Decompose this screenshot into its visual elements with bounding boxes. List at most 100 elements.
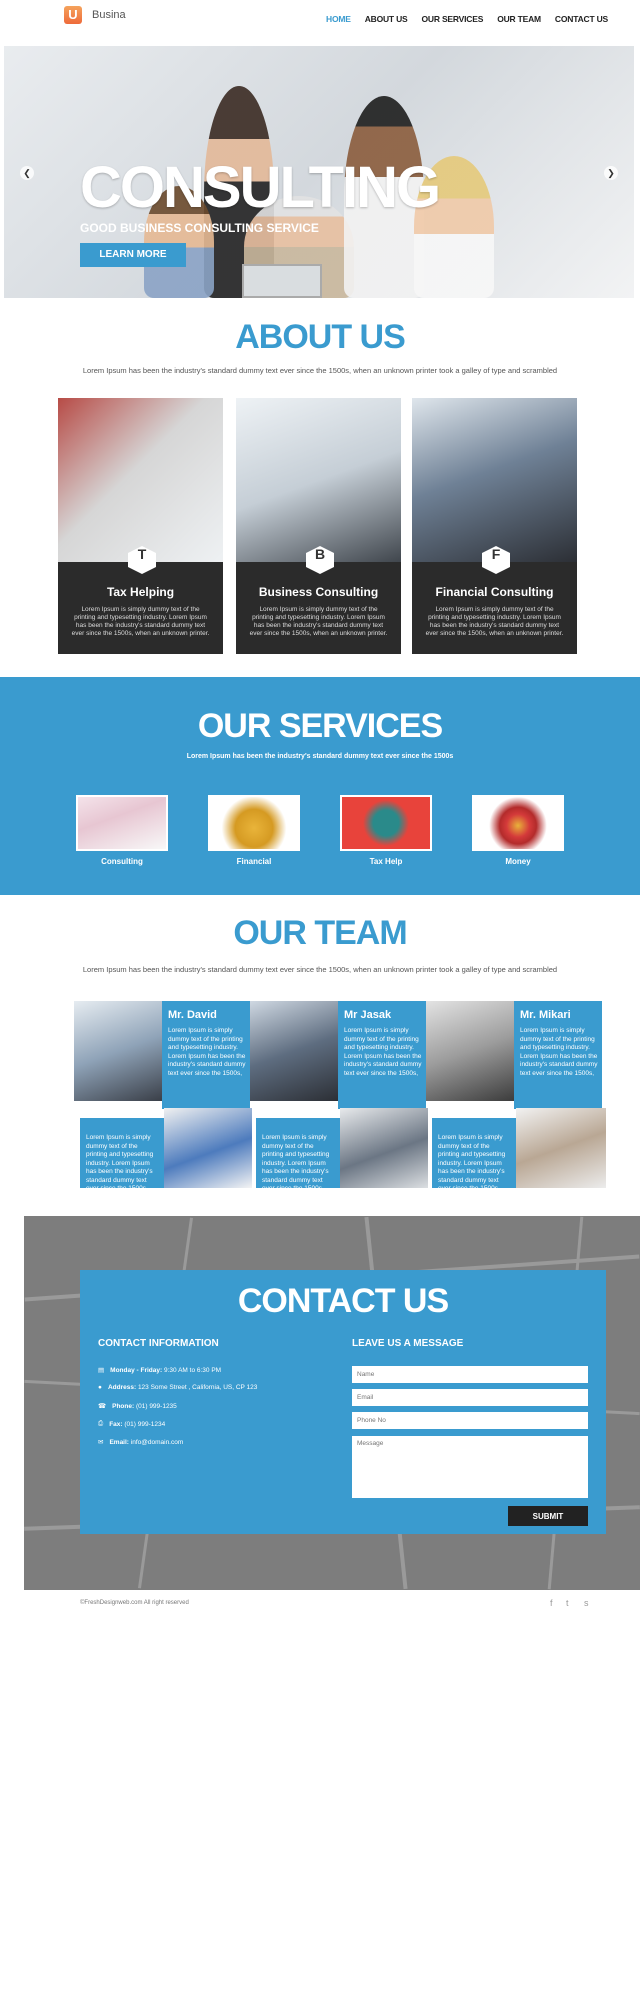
team-member-text: Lorem Ipsum is simply dummy text of the … [86,1134,154,1192]
team-member-name: Mr Jasak [344,1009,392,1021]
hero-title: CONSULTING [80,155,441,220]
team-photo [340,1108,428,1188]
card-text: Lorem Ipsum is simply dummy text of the … [249,606,388,637]
about-card-business[interactable]: B Business Consulting Lorem Ipsum is sim… [236,398,401,654]
contact-address: ● Address: 123 Some Street , California,… [98,1384,257,1391]
facebook-icon[interactable]: f [550,1598,553,1608]
contact-email: ✉ Email: info@domain.com [98,1438,183,1447]
hero-slider: CONSULTING GOOD BUSINESS CONSULTING SERV… [4,46,634,298]
contact-title: CONTACT US [237,1282,449,1320]
hours-label: Monday - Friday: [110,1366,163,1374]
team-member-card[interactable]: Mr. Mikari Lorem Ipsum is simply dummy t… [514,1001,602,1109]
chevron-left-icon[interactable]: ❮ [20,166,34,180]
contact-info-heading: CONTACT INFORMATION [98,1338,219,1349]
team-member-card[interactable]: Lorem Ipsum is simply dummy text of the … [256,1118,340,1192]
logo-text[interactable]: Busina [92,9,126,21]
team-member-text: Lorem Ipsum is simply dummy text of the … [438,1134,506,1192]
service-label: Tax Help [369,857,403,866]
card-title: Business Consulting [258,585,379,599]
team-subtitle: Lorem Ipsum has been the industry's stan… [82,965,558,974]
team-photo [516,1108,606,1188]
address-value: 123 Some Street , California, US, CP 123 [137,1384,258,1391]
card-text: Lorem Ipsum is simply dummy text of the … [71,606,210,637]
dart-icon [78,797,166,849]
team-member-card[interactable]: Mr Jasak Lorem Ipsum is simply dummy tex… [338,1001,426,1109]
service-money[interactable] [472,795,564,851]
about-subtitle: Lorem Ipsum has been the industry's stan… [82,366,558,375]
card-image [412,398,577,562]
calendar-icon: ▤ [98,1367,105,1374]
team-member-text: Lorem Ipsum is simply dummy text of the … [262,1134,330,1192]
fax-label: Fax: [109,1420,123,1428]
money-bag-icon [342,797,430,849]
service-label: Consulting [101,857,143,866]
phone-value: (01) 999-1235 [135,1402,177,1410]
team-member-card[interactable]: Mr. David Lorem Ipsum is simply dummy te… [162,1001,250,1109]
fax-value: (01) 999-1234 [124,1420,166,1428]
nav-about-us[interactable]: ABOUT US [365,14,408,24]
team-member-card[interactable]: Lorem Ipsum is simply dummy text of the … [80,1118,164,1192]
skype-icon[interactable]: s [584,1598,589,1608]
submit-button[interactable]: SUBMIT [508,1506,588,1526]
hours-value: 9:30 AM to 6:30 PM [163,1366,222,1374]
contact-fax: ⎙ Fax: (01) 999-1234 [98,1420,165,1428]
chevron-right-icon[interactable]: ❯ [604,166,618,180]
nav-our-services[interactable]: OUR SERVICES [422,14,484,24]
card-image [58,398,223,562]
email-label: Email: [109,1438,129,1446]
main-nav: HOME ABOUT US OUR SERVICES OUR TEAM CONT… [326,14,608,24]
team-member-text: Lorem Ipsum is simply dummy text of the … [520,1027,598,1077]
envelope-icon: ✉ [98,1439,104,1446]
service-financial[interactable] [208,795,300,851]
message-textarea[interactable] [352,1436,588,1498]
twitter-icon[interactable]: t [566,1598,569,1608]
card-image [236,398,401,562]
logo-icon[interactable]: U [64,6,82,24]
phone-icon: ☎ [98,1403,107,1410]
map-pin-icon: ● [98,1384,102,1391]
nav-home[interactable]: HOME [326,14,351,24]
team-title: OUR TEAM [233,914,407,952]
team-photo [74,1001,162,1101]
card-title: Tax Helping [106,585,175,599]
contact-panel: CONTACT US CONTACT INFORMATION LEAVE US … [80,1270,606,1534]
services-title: OUR SERVICES [197,707,443,745]
hero-laptop [242,264,322,298]
service-tax-help[interactable] [340,795,432,851]
team-photo [250,1001,338,1101]
learn-more-button[interactable]: LEARN MORE [80,243,186,267]
team-member-text: Lorem Ipsum is simply dummy text of the … [344,1027,422,1077]
footer-copyright: ©FreshDesignweb.com All right reserved [80,1600,189,1606]
hero-subtitle: GOOD BUSINESS CONSULTING SERVICE [80,221,319,235]
name-input[interactable] [352,1366,588,1383]
card-title: Financial Consulting [435,585,554,599]
address-label: Address: [107,1384,137,1391]
contact-phone: ☎ Phone: (01) 999-1235 [98,1402,177,1411]
phone-label: Phone: [112,1402,135,1410]
team-member-card[interactable]: Lorem Ipsum is simply dummy text of the … [432,1118,516,1192]
service-label: Money [505,857,531,866]
safe-icon [474,797,562,849]
about-card-financial[interactable]: F Financial Consulting Lorem Ipsum is si… [412,398,577,654]
site-header: U Busina HOME ABOUT US OUR SERVICES OUR … [0,0,640,42]
coins-icon [210,797,298,849]
fax-icon: ⎙ [98,1420,104,1427]
card-text: Lorem Ipsum is simply dummy text of the … [425,606,564,637]
about-title: ABOUT US [235,318,406,356]
team-member-name: Mr. David [168,1009,217,1021]
service-consulting[interactable] [76,795,168,851]
email-value[interactable]: info@domain.com [131,1439,183,1446]
leave-message-heading: LEAVE US A MESSAGE [352,1338,464,1349]
about-card-tax[interactable]: T Tax Helping Lorem Ipsum is simply dumm… [58,398,223,654]
phone-input[interactable] [352,1412,588,1429]
team-photo [426,1001,514,1101]
team-member-name: Mr. Mikari [520,1009,571,1021]
services-section: OUR SERVICES Lorem Ipsum has been the in… [0,677,640,895]
nav-contact-us[interactable]: CONTACT US [555,14,608,24]
nav-our-team[interactable]: OUR TEAM [497,14,541,24]
email-input[interactable] [352,1389,588,1406]
team-photo [164,1108,252,1188]
team-member-text: Lorem Ipsum is simply dummy text of the … [168,1027,246,1077]
contact-hours: ▤ Monday - Friday: 9:30 AM to 6:30 PM [98,1366,222,1375]
service-label: Financial [236,857,272,866]
